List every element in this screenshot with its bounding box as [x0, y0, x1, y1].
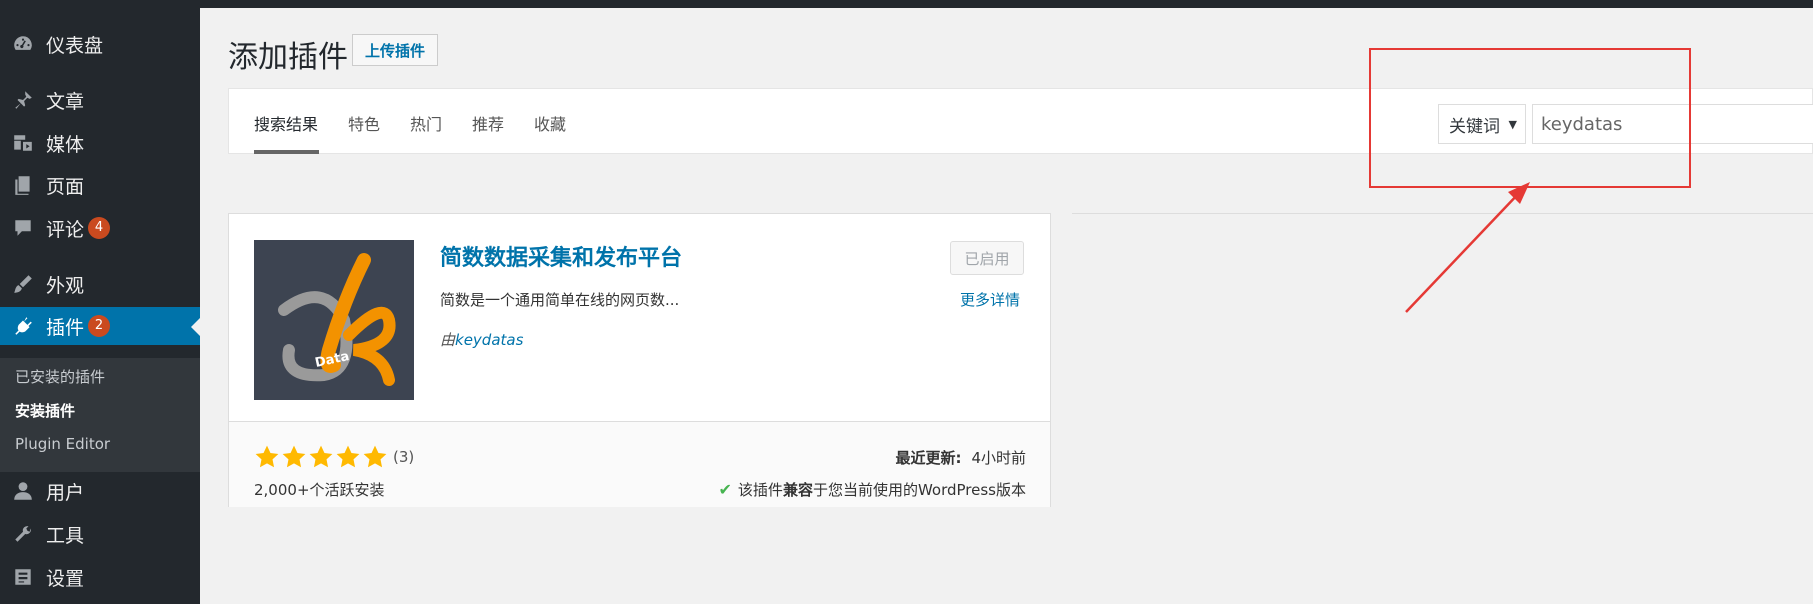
more-details-link[interactable]: 更多详情 [960, 289, 1020, 310]
star-icon [336, 445, 360, 468]
sidebar-item-label: 工具 [46, 524, 85, 547]
sidebar-item-tools[interactable]: 工具 [0, 515, 200, 553]
page-title: 添加插件 [228, 40, 348, 75]
comment-count-badge: 4 [88, 217, 111, 239]
sidebar-item-label: 插件 [46, 316, 85, 339]
rating-count[interactable]: (3) [393, 448, 414, 466]
sidebar-item-comments[interactable]: 评论 4 [0, 209, 200, 247]
sidebar-item-users[interactable]: 用户 [0, 472, 200, 510]
star-icon [363, 445, 387, 468]
plugin-logo-icon: Data [254, 240, 414, 400]
sidebar-item-media[interactable]: 媒体 [0, 124, 200, 162]
media-icon [12, 132, 34, 154]
submenu-plugin-editor[interactable]: Plugin Editor [15, 435, 110, 453]
sidebar-item-pages[interactable]: 页面 [0, 166, 200, 204]
sidebar-item-label: 评论 [46, 218, 85, 241]
pin-icon [12, 89, 34, 111]
admin-sidebar: 仪表盘 文章 媒体 页面 评论 4 外观 插件 2 已安装的插件 安装插件 Pl… [0, 0, 200, 604]
sidebar-item-label: 页面 [46, 175, 85, 198]
tab-recommended[interactable]: 推荐 [472, 111, 504, 135]
plugin-card: Data 简数数据采集和发布平台 简数是一个通用简单在线的网页数... 由key… [228, 213, 1051, 507]
pages-icon [12, 174, 34, 196]
sidebar-item-label: 设置 [46, 567, 85, 590]
submenu-add-plugins[interactable]: 安装插件 [15, 400, 75, 421]
last-updated-value: 4小时前 [971, 449, 1026, 467]
star-icon [255, 445, 279, 468]
plugin-card-top: Data 简数数据采集和发布平台 简数是一个通用简单在线的网页数... 由key… [229, 214, 1050, 421]
sidebar-item-label: 用户 [46, 481, 85, 504]
compat-text-pre: 该插件 [737, 481, 783, 499]
upload-plugin-button[interactable]: 上传插件 [352, 34, 439, 66]
sidebar-item-label: 文章 [46, 90, 85, 113]
settings-icon [12, 566, 34, 588]
star-icon [282, 445, 306, 468]
submenu-installed-plugins[interactable]: 已安装的插件 [15, 366, 105, 387]
sidebar-item-label: 外观 [46, 274, 85, 297]
last-updated-label: 最近更新: [895, 449, 962, 467]
author-prefix: 由 [440, 331, 456, 349]
plugin-name-link[interactable]: 简数数据采集和发布平台 [440, 240, 682, 272]
star-icon [309, 445, 333, 468]
author-link[interactable]: keydatas [455, 331, 523, 349]
plugin-icon [12, 315, 34, 337]
star-rating: (3) [254, 444, 414, 470]
sidebar-item-settings[interactable]: 设置 [0, 558, 200, 596]
sidebar-item-plugins[interactable]: 插件 2 [0, 307, 200, 345]
plugin-enabled-button[interactable]: 已启用 [950, 241, 1024, 275]
checkmark-icon: ✔ [718, 480, 732, 499]
last-updated: 最近更新: 4小时前 [895, 447, 1026, 468]
active-tab-indicator [254, 150, 319, 154]
tab-popular[interactable]: 热门 [410, 111, 442, 135]
sidebar-item-label: 媒体 [46, 133, 85, 156]
results-divider [1072, 213, 1813, 214]
tab-favorites[interactable]: 收藏 [534, 111, 566, 135]
annotation-highlight-box [1369, 48, 1691, 188]
wrench-icon [12, 523, 34, 545]
plugin-description: 简数是一个通用简单在线的网页数... [440, 291, 680, 309]
plugins-submenu: 已安装的插件 安装插件 Plugin Editor [0, 358, 200, 472]
sidebar-item-appearance[interactable]: 外观 [0, 265, 200, 303]
compatibility-status: ✔ 该插件 兼容 于您当前使用的WordPress版本 [719, 479, 1026, 500]
comment-icon [12, 217, 34, 239]
plugin-card-footer: (3) 2,000+个活跃安装 最近更新: 4小时前 ✔ 该插件 兼容 于您当前使用的… [229, 421, 1050, 507]
compat-text-bold: 兼容 [782, 481, 813, 499]
plugin-author: 由keydatas [440, 329, 523, 350]
sidebar-item-dashboard[interactable]: 仪表盘 [0, 25, 200, 63]
sidebar-item-posts[interactable]: 文章 [0, 81, 200, 119]
compat-text-post: 于您当前使用的WordPress版本 [812, 481, 1026, 499]
tab-search-results[interactable]: 搜索结果 [254, 111, 318, 135]
user-icon [12, 480, 34, 502]
sidebar-item-label: 仪表盘 [46, 34, 104, 57]
brush-icon [12, 273, 34, 295]
dashboard-icon [12, 33, 34, 55]
active-installs: 2,000+个活跃安装 [254, 481, 385, 499]
admin-bar [0, 0, 1813, 8]
plugin-update-badge: 2 [88, 315, 111, 337]
tab-featured[interactable]: 特色 [348, 111, 380, 135]
